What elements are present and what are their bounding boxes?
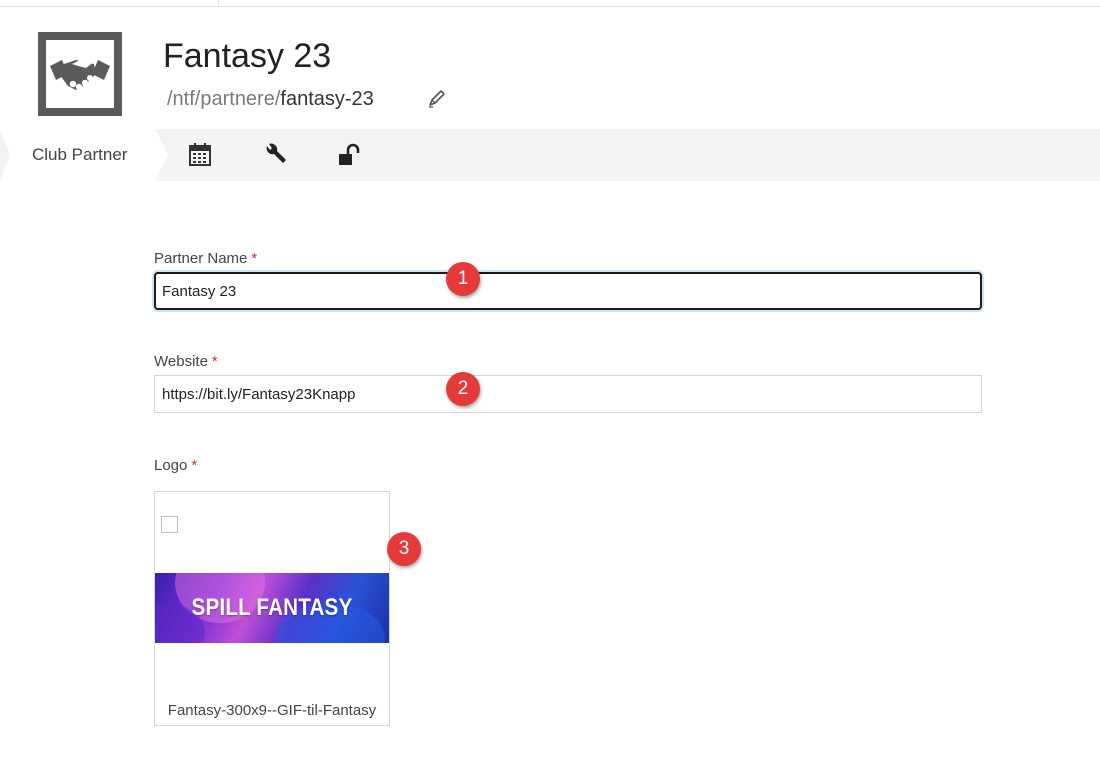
annotation-badge: 1 xyxy=(446,262,480,296)
required-mark: * xyxy=(251,250,258,267)
logo-label: Logo * xyxy=(154,457,197,474)
logo-card[interactable]: SPILL FANTASY NÅ! Fantasy-300x9--GIF-til… xyxy=(154,491,390,726)
website-field-wrap xyxy=(154,375,982,413)
annotation-badge: 2 xyxy=(446,372,480,406)
unlock-icon[interactable] xyxy=(336,141,364,169)
handshake-icon xyxy=(38,32,122,116)
breadcrumb-prefix: /ntf/partnere/ xyxy=(167,88,281,110)
tab-label: Club Partner xyxy=(32,145,128,164)
annotation-badge: 3 xyxy=(387,532,421,566)
page-title: Fantasy 23 xyxy=(163,37,332,75)
top-border xyxy=(0,0,1100,7)
required-mark: * xyxy=(191,457,198,474)
partner-name-field-wrap xyxy=(154,272,982,310)
website-label-text: Website xyxy=(154,353,208,370)
required-mark: * xyxy=(211,353,218,370)
logo-image: SPILL FANTASY NÅ! xyxy=(155,573,389,643)
logo-label-text: Logo xyxy=(154,457,188,474)
toolbar: Club Partner xyxy=(0,129,1100,181)
logo-banner-text: SPILL FANTASY NÅ! xyxy=(191,594,353,621)
logo-file-name: Fantasy-300x9--GIF-til-Fantasy xyxy=(167,702,377,719)
logo-select-checkbox[interactable] xyxy=(161,516,178,533)
partner-name-label-text: Partner Name xyxy=(154,250,248,267)
tab-club-partner[interactable]: Club Partner xyxy=(0,129,170,181)
pencil-icon[interactable] xyxy=(427,89,447,109)
breadcrumb-current: fantasy-23 xyxy=(280,88,374,110)
wrench-icon[interactable] xyxy=(261,141,289,169)
website-input[interactable] xyxy=(154,375,982,413)
website-label: Website * xyxy=(154,353,218,370)
breadcrumb: /ntf/partnere/fantasy-23 xyxy=(167,87,374,111)
partner-name-input[interactable] xyxy=(154,272,982,310)
partner-name-label: Partner Name * xyxy=(154,250,257,267)
calendar-icon[interactable] xyxy=(186,141,214,169)
